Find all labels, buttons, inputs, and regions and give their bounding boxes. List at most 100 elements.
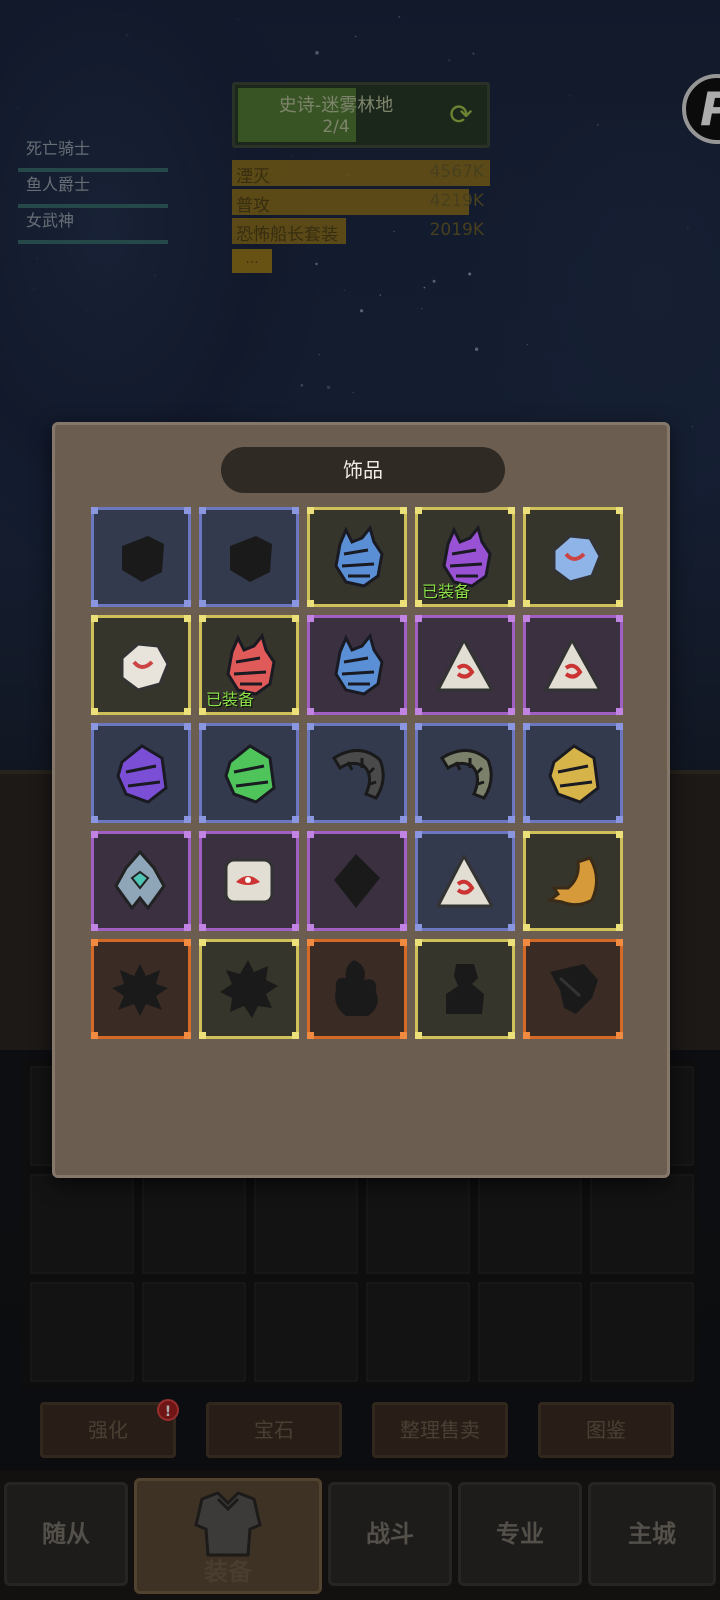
slot-corner — [199, 816, 206, 823]
slot-corner — [184, 723, 191, 730]
accessory-slot[interactable] — [415, 831, 515, 931]
slot-corner — [523, 723, 530, 730]
accessory-slot[interactable] — [523, 939, 623, 1039]
accessory-slot[interactable] — [199, 831, 299, 931]
slot-corner — [415, 708, 422, 715]
accessory-slot[interactable] — [199, 723, 299, 823]
slot-corner — [415, 1032, 422, 1039]
blue-horned-gem-icon — [334, 632, 384, 696]
slot-corner — [307, 816, 314, 823]
slot-corner — [91, 831, 98, 838]
slot-corner — [508, 600, 515, 607]
slot-corner — [616, 1032, 623, 1039]
slot-corner — [91, 600, 98, 607]
green-crystal-icon — [224, 744, 276, 804]
slot-corner — [508, 939, 515, 946]
accessory-slot[interactable] — [523, 723, 623, 823]
slot-corner — [307, 600, 314, 607]
slot-corner — [523, 939, 530, 946]
slot-corner — [523, 507, 530, 514]
slot-corner — [616, 600, 623, 607]
slot-corner — [508, 615, 515, 622]
slot-corner — [415, 723, 422, 730]
slot-corner — [91, 507, 98, 514]
gold-crystal-icon — [548, 744, 600, 804]
slot-corner — [523, 615, 530, 622]
game-screen: 史诗-迷雾林地 2/4 ⟳ P 死亡骑士 鱼人爵士 女武神 湮灭4567K 普攻… — [0, 0, 720, 1600]
slot-corner — [91, 924, 98, 931]
accessory-slot[interactable] — [199, 507, 299, 607]
slot-corner — [616, 831, 623, 838]
slot-corner — [400, 600, 407, 607]
modal-title: 饰品 — [221, 447, 505, 493]
accessory-modal: 饰品 已装备 已装备 — [52, 422, 670, 1178]
slot-corner — [199, 939, 206, 946]
accessory-slot[interactable] — [91, 723, 191, 823]
accessory-slot[interactable] — [415, 615, 515, 715]
accessory-slot[interactable] — [307, 615, 407, 715]
slot-corner — [292, 831, 299, 838]
slot-corner — [400, 723, 407, 730]
slot-corner — [508, 1032, 515, 1039]
slot-corner — [307, 831, 314, 838]
jade-amulet-icon — [114, 849, 166, 911]
slot-corner — [400, 816, 407, 823]
slot-corner — [292, 615, 299, 622]
slot-corner — [199, 831, 206, 838]
accessory-slot[interactable] — [307, 507, 407, 607]
empty-gem-silhouette-icon — [122, 536, 164, 582]
blue-rune-stone-icon — [552, 534, 602, 584]
slot-corner — [523, 1032, 530, 1039]
slot-corner — [508, 816, 515, 823]
slot-corner — [307, 1032, 314, 1039]
accessory-slot[interactable] — [91, 831, 191, 931]
slot-corner — [400, 708, 407, 715]
slot-corner — [91, 615, 98, 622]
slot-corner — [91, 708, 98, 715]
slot-corner — [508, 507, 515, 514]
slot-corner — [184, 507, 191, 514]
slot-corner — [415, 615, 422, 622]
slot-corner — [400, 615, 407, 622]
slot-corner — [307, 507, 314, 514]
cyan-triangle-rune-icon — [436, 854, 494, 908]
empty-flame-silhouette-icon — [335, 960, 378, 1016]
accessory-slot[interactable] — [91, 507, 191, 607]
blue-horned-gem-icon — [334, 524, 384, 588]
accessory-slot[interactable] — [307, 939, 407, 1039]
accessory-slot[interactable] — [415, 939, 515, 1039]
slot-corner — [292, 816, 299, 823]
slot-corner — [199, 924, 206, 931]
slot-corner — [523, 600, 530, 607]
slot-corner — [91, 816, 98, 823]
equipped-label: 已装备 — [422, 582, 471, 601]
slot-corner — [415, 507, 422, 514]
slot-corner — [616, 924, 623, 931]
slot-corner — [400, 831, 407, 838]
slot-corner — [91, 939, 98, 946]
slot-corner — [400, 507, 407, 514]
slot-corner — [184, 831, 191, 838]
slot-corner — [184, 708, 191, 715]
accessory-slot[interactable]: 已装备 — [199, 615, 299, 715]
slot-corner — [415, 924, 422, 931]
slot-corner — [616, 615, 623, 622]
slot-corner — [184, 1032, 191, 1039]
slot-corner — [307, 723, 314, 730]
accessory-slot[interactable] — [523, 615, 623, 715]
accessory-slot[interactable] — [307, 723, 407, 823]
accessory-slot[interactable] — [523, 507, 623, 607]
accessory-slot[interactable] — [199, 939, 299, 1039]
accessory-slot[interactable] — [91, 939, 191, 1039]
slot-corner — [400, 939, 407, 946]
accessory-slot[interactable] — [415, 723, 515, 823]
accessory-slot[interactable]: 已装备 — [415, 507, 515, 607]
slot-corner — [307, 615, 314, 622]
red-eye-stone-icon — [224, 858, 274, 904]
accessory-slot[interactable] — [307, 831, 407, 931]
accessory-slot[interactable] — [91, 615, 191, 715]
slot-corner — [199, 708, 206, 715]
accessory-slot[interactable] — [523, 831, 623, 931]
slot-corner — [292, 924, 299, 931]
slot-corner — [292, 939, 299, 946]
